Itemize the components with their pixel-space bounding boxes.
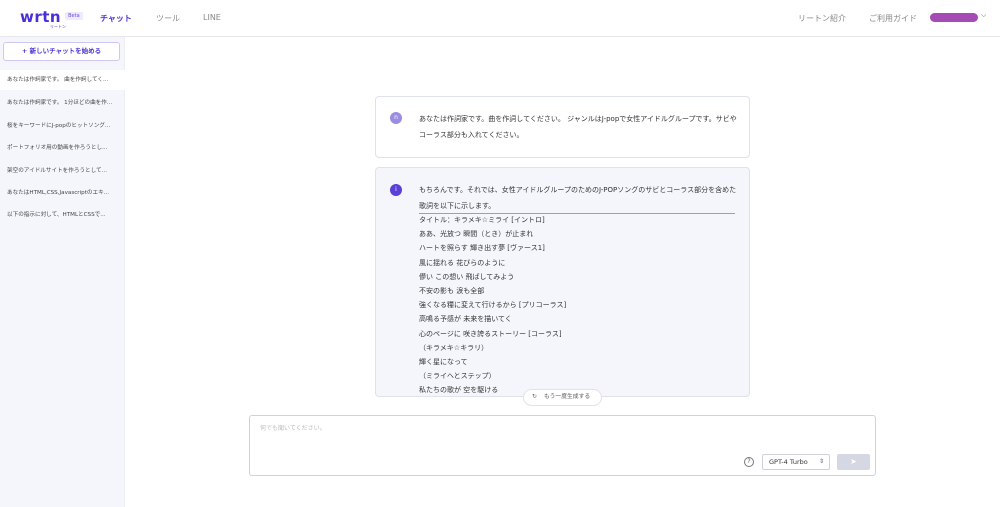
model-select[interactable]: GPT-4 Turbo ⇕ <box>762 454 830 470</box>
about-link[interactable]: リートン紹介 <box>798 13 846 24</box>
lyric-line: ああ、光放つ 瞬間（とき）が止まれ <box>419 230 534 239</box>
message-composer: ? GPT-4 Turbo ⇕ ➤ <box>249 415 876 476</box>
nav-chat[interactable]: チャット <box>100 13 132 24</box>
lyric-line: （ミライへとステップ） <box>419 372 496 381</box>
sidebar-history-item[interactable]: あなたは作詞家です。 1分ほどの曲を作... <box>0 93 125 113</box>
logo[interactable]: wrtn リートン Beta <box>20 8 83 29</box>
ai-avatar: i <box>390 184 402 196</box>
user-message-text: あなたは作詞家です。曲を作詞してください。 ジャンルはJ-popで女性アイドルグ… <box>419 115 737 139</box>
send-button[interactable]: ➤ <box>837 454 870 470</box>
lyric-line: 儚い この想い 飛ばしてみよう <box>419 272 515 281</box>
message-input[interactable] <box>260 425 860 432</box>
ai-message-card: i もちろんです。それでは、女性アイドルグループのためのJ-POPソングのサビと… <box>375 167 750 397</box>
lyric-line: 風に揺れる 花びらのように <box>419 258 506 267</box>
logo-subtitle: リートン <box>50 24 66 29</box>
sidebar-history-item[interactable]: あなたは作詞家です。 曲を作詞してく... <box>0 70 125 90</box>
sidebar-history-item[interactable]: あなたはHTML,CSS,Javascriptのエキ... <box>0 183 125 203</box>
beta-badge: Beta <box>65 12 83 20</box>
sidebar-history-item[interactable]: 桜をキーワードにJ-popのヒットソング... <box>0 116 125 136</box>
lyric-line: 高鳴る予感が 未来を描いてく <box>419 315 512 324</box>
user-avatar: n <box>390 112 402 124</box>
updown-chevron-icon: ⇕ <box>818 458 824 465</box>
lyric-line: 強くなる糧に変えて行けるから [プリコーラス] <box>419 301 567 310</box>
help-icon[interactable]: ? <box>744 457 754 467</box>
lyric-line: 心のページに 咲き誇るストーリー [コーラス] <box>419 329 562 338</box>
logo-text: wrtn <box>20 8 62 26</box>
guide-link[interactable]: ご利用ガイド <box>869 13 917 24</box>
refresh-icon: ↻ <box>532 394 537 400</box>
ai-intro-text: もちろんです。それでは、女性アイドルグループのためのJ-POPソングのサビとコー… <box>419 186 737 210</box>
lyric-line: ハートを照らす 輝き出す夢 [ヴァース1] <box>419 244 545 253</box>
lyrics-block: タイトル：キラメキ☆ミライ [イントロ] ああ、光放つ 瞬間（とき）が止まれ ハ… <box>419 213 567 396</box>
sidebar-history-item[interactable]: 架空のアイドルサイトを作ろうとして... <box>0 161 125 181</box>
chevron-down-icon[interactable]: ⌵ <box>981 11 986 20</box>
user-menu[interactable] <box>930 13 978 22</box>
sidebar-history-item[interactable]: ポートフォリオ用の動画を作ろうとし... <box>0 138 125 158</box>
model-select-label: GPT-4 Turbo <box>769 458 808 466</box>
lyric-line: （キラメキ☆キラリ） <box>419 343 489 352</box>
sidebar-history-item[interactable]: 以下の指示に対して、HTMLとCSSで... <box>0 205 125 225</box>
lyric-line: 不安の影も 涙も全部 <box>419 286 485 295</box>
regenerate-label: もう一度生成する <box>544 394 591 400</box>
lyric-line: タイトル：キラメキ☆ミライ [イントロ] <box>419 216 545 224</box>
sidebar: + 新しいチャットを始める あなたは作詞家です。 曲を作詞してく... あなたは… <box>0 37 125 507</box>
regenerate-button[interactable]: ↻ もう一度生成する <box>523 389 602 406</box>
send-icon: ➤ <box>850 457 857 466</box>
top-bar: wrtn リートン Beta チャット ツール LINE リートン紹介 ご利用ガ… <box>0 0 1000 37</box>
user-message-card: n あなたは作詞家です。曲を作詞してください。 ジャンルはJ-popで女性アイド… <box>375 96 750 158</box>
nav-tools[interactable]: ツール <box>156 13 180 24</box>
nav-line[interactable]: LINE <box>203 13 221 22</box>
new-chat-button[interactable]: + 新しいチャットを始める <box>3 42 120 61</box>
lyric-line: 輝く星になって <box>419 357 468 366</box>
